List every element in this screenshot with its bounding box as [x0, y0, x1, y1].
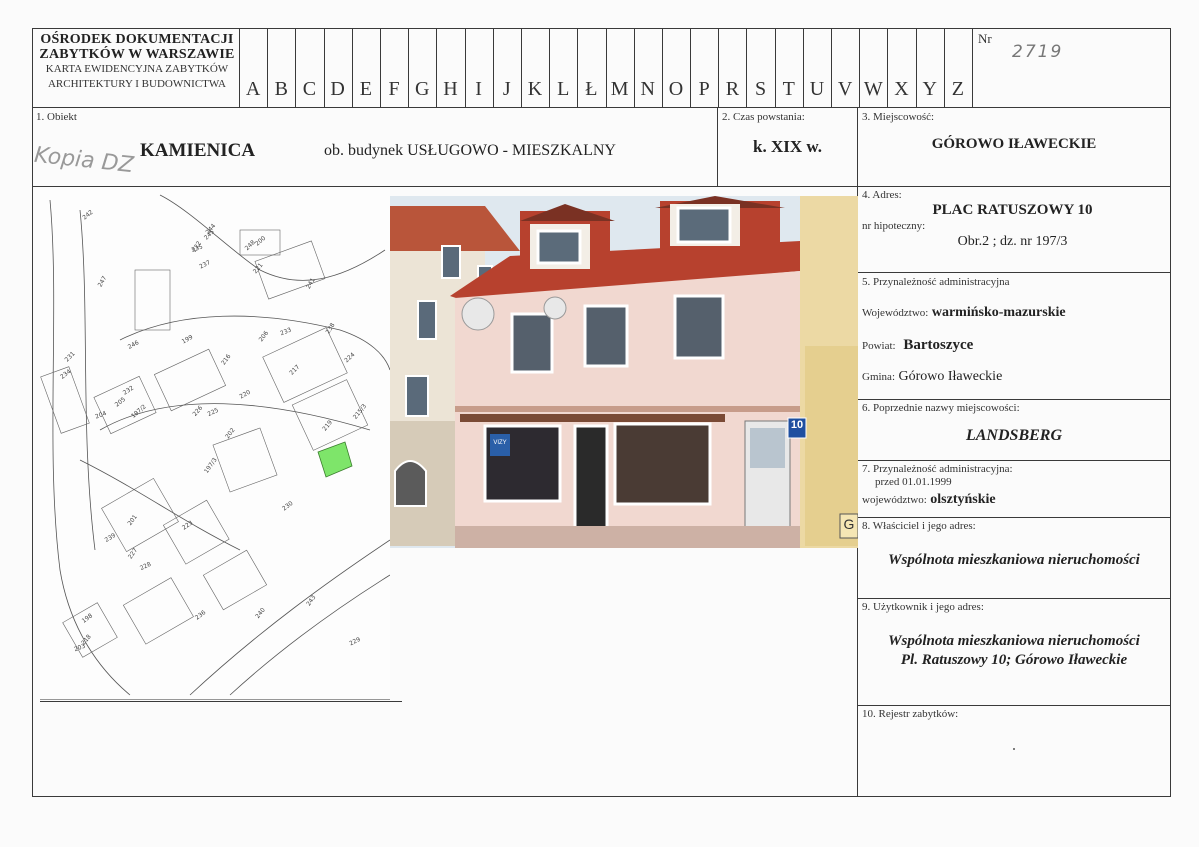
index-divider [520, 28, 522, 107]
index-divider [943, 28, 945, 107]
index-divider [605, 28, 607, 107]
index-letter: V [837, 78, 853, 100]
index-divider [746, 28, 748, 107]
index-divider [577, 28, 579, 107]
powiat-value: Bartoszyce [903, 337, 974, 353]
index-divider [802, 28, 804, 107]
index-divider [436, 28, 438, 107]
index-divider [915, 28, 917, 107]
index-letter: Y [922, 78, 937, 100]
house-number-plate: 10 [790, 419, 804, 431]
wojewodztwo-row: Województwo: warmińsko-mazurskie [862, 305, 1066, 321]
gmina-value: Górowo Iławeckie [898, 369, 1003, 384]
org-line-4: ARCHITEKTURY I BUDOWNICTWA [47, 78, 227, 90]
index-letter: M [610, 78, 629, 100]
index-divider [295, 28, 297, 107]
index-letter: B [274, 78, 288, 100]
corner-sign-letter: G [843, 516, 855, 532]
index-letter: H [443, 78, 458, 100]
cadastral-map: 197/3 197/2 198 199 200 201 202 203 204 205 206 215… [40, 190, 390, 700]
index-letter: A [245, 78, 261, 100]
index-letter: L [557, 78, 570, 100]
czas-value: k. XIX w. [753, 137, 822, 156]
gmina-label: Gmina: [862, 371, 895, 383]
adres-label: 4. Adres: [862, 189, 902, 201]
index-letter: E [359, 78, 372, 100]
org-line-1: OŚRODEK DOKUMENTACJI [40, 32, 234, 47]
index-letter: G [415, 78, 430, 100]
index-divider [774, 28, 776, 107]
index-letter: P [698, 78, 710, 100]
czas-label: 2. Czas powstania: [722, 111, 805, 123]
index-divider [351, 28, 353, 107]
org-line-2: ZABYTKÓW W WARSZAWIE [39, 47, 235, 62]
index-divider [464, 28, 466, 107]
nr-label: Nr [978, 31, 992, 46]
uzytkownik-label: 9. Użytkownik i jego adres: [862, 601, 984, 613]
wlasciciel-value: Wspólnota mieszkaniowa nieruchomości [888, 552, 1140, 568]
index-letter: T [782, 78, 795, 100]
index-divider [379, 28, 381, 107]
przed1999-sub: przed 01.01.1999 [875, 476, 952, 488]
rejestr-label: 10. Rejestr zabytków: [862, 708, 959, 720]
index-letter: R [725, 78, 740, 100]
index-letter: Z [951, 78, 964, 100]
index-letter: K [527, 78, 543, 100]
index-letter: Ł [585, 78, 598, 100]
wojewodztwo-value: warmińsko-mazurskie [931, 305, 1066, 320]
poprzednie-value: LANDSBERG [965, 427, 1063, 444]
przed1999-woj-label: województwo: [862, 494, 927, 506]
index-divider [492, 28, 494, 107]
index-divider [831, 28, 833, 107]
gmina-row: Gmina: Górowo Iławeckie [862, 369, 1002, 385]
miejscowosc-label: 3. Miejscowość: [862, 111, 935, 123]
miejscowosc-value: GÓROWO IŁAWECKIE [931, 136, 1097, 152]
index-divider [323, 28, 325, 107]
hipoteczny-label: nr hipoteczny: [862, 220, 926, 232]
building-photo: 10 VIZY G [390, 196, 858, 548]
powiat-row: Powiat: Bartoszyce [862, 337, 973, 354]
wlasciciel-label: 8. Właściciel i jego adres: [862, 520, 976, 532]
object-name: KAMIENICA [140, 140, 256, 161]
mark-dot [1013, 748, 1015, 750]
index-letter: W [863, 78, 883, 100]
index-letter: J [502, 78, 511, 100]
nr-value: 2719 [1012, 42, 1064, 62]
index-divider [718, 28, 720, 107]
obiekt-label: 1. Obiekt [36, 111, 77, 123]
object-description: ob. budynek USŁUGOWO - MIESZKALNY [324, 142, 616, 159]
index-letter: S [754, 78, 767, 100]
poprzednie-label: 6. Poprzednie nazwy miejscowości: [862, 402, 1020, 414]
przynaleznosc-label: 5. Przynależność administracyjna [862, 276, 1010, 288]
index-divider [661, 28, 663, 107]
handwritten-note: Kopia DZ [32, 142, 135, 179]
index-letter: O [668, 78, 684, 100]
wojewodztwo-label: Województwo: [862, 307, 929, 319]
index-divider [859, 28, 861, 107]
przed1999-woj-value: olsztyńskie [930, 492, 996, 507]
index-letter: C [302, 78, 317, 100]
index-letter: D [330, 78, 345, 100]
institution-header: OŚRODEK DOKUMENTACJI ZABYTKÓW W WARSZAWI… [36, 32, 238, 92]
index-letter: F [388, 78, 400, 100]
powiat-label: Powiat: [862, 340, 896, 352]
index-divider [267, 28, 269, 107]
index-divider [408, 28, 410, 107]
index-letter: I [475, 78, 482, 100]
przed1999-label: 7. Przynależność administracyjna: [862, 463, 1013, 475]
index-divider [549, 28, 551, 107]
index-divider [887, 28, 889, 107]
hipoteczny-value: Obr.2 ; dz. nr 197/3 [957, 234, 1068, 249]
adres-value: PLAC RATUSZOWY 10 [932, 202, 1093, 218]
uzytkownik-line-2: Pl. Ratuszowy 10; Górowo Iławeckie [900, 652, 1128, 668]
przed1999-woj-row: województwo: olsztyńskie [862, 492, 996, 508]
index-letter: X [894, 78, 909, 100]
index-divider [633, 28, 635, 107]
org-line-3: KARTA EWIDENCYJNA ZABYTKÓW [45, 63, 229, 75]
index-letter: U [809, 78, 825, 100]
shop-sign: VIZY [493, 440, 507, 446]
uzytkownik-line-1: Wspólnota mieszkaniowa nieruchomości [888, 633, 1140, 649]
index-divider [690, 28, 692, 107]
index-letter: N [640, 78, 655, 100]
